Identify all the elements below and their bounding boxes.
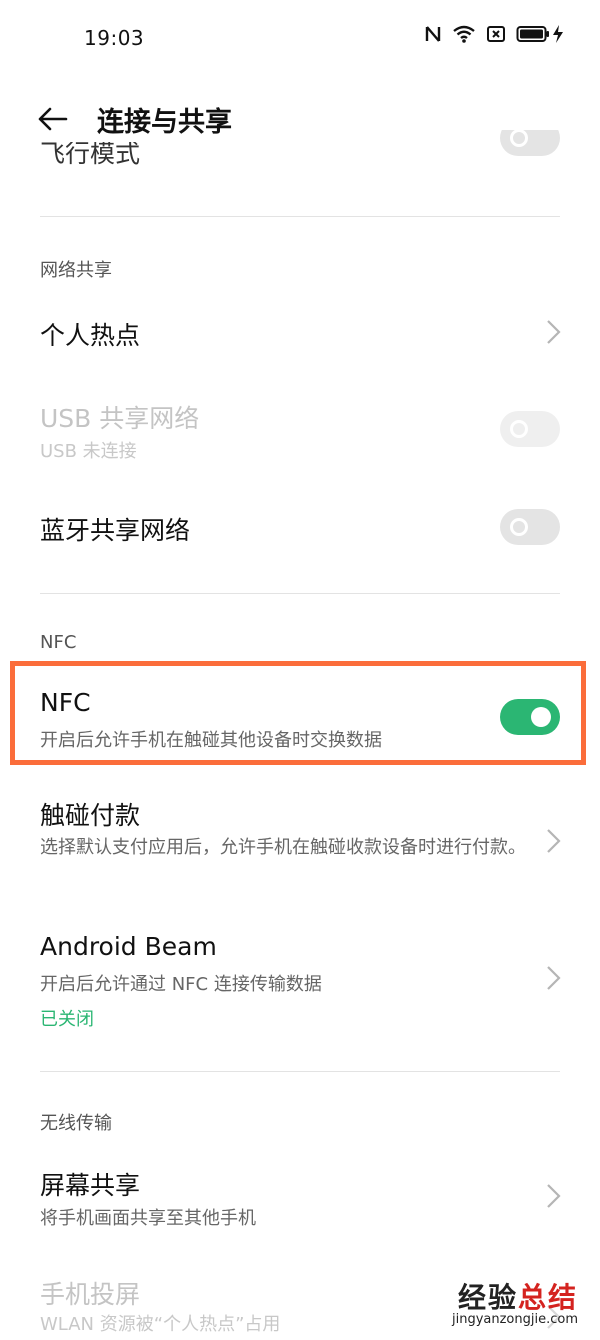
chevron-right-icon: [544, 964, 562, 992]
watermark-url: jingyanzongjie.com: [451, 1312, 578, 1327]
status-icons: [424, 24, 564, 44]
section-label-network-sharing: 网络共享: [40, 260, 112, 281]
android-beam-title: Android Beam: [40, 932, 217, 961]
airplane-mode-label: 飞行模式: [40, 139, 141, 168]
charging-icon: [552, 24, 564, 44]
toggle-knob: [510, 420, 528, 438]
usb-tethering-subtitle: USB 未连接: [40, 441, 137, 462]
status-time: 19:03: [84, 26, 145, 50]
tap-pay-title: 触碰付款: [40, 801, 141, 830]
android-beam-subtitle: 开启后允许通过 NFC 连接传输数据: [40, 974, 322, 995]
chevron-right-icon: [544, 318, 562, 346]
highlight-annotation-box: [10, 661, 586, 765]
bt-tethering-title: 蓝牙共享网络: [40, 516, 191, 545]
watermark-brand: 经验总结: [457, 1281, 578, 1314]
divider: [40, 216, 560, 217]
usb-tethering-toggle: [500, 411, 560, 447]
battery-icon: [516, 24, 550, 44]
section-label-nfc: NFC: [40, 632, 77, 653]
watermark-logo: 经验总结 jingyanzongjie.com: [452, 1276, 578, 1327]
toggle-knob: [510, 130, 528, 147]
screen-share-title: 屏幕共享: [40, 1171, 141, 1200]
tap-pay-subtitle: 选择默认支付应用后，允许手机在触碰收款设备时进行付款。: [40, 837, 526, 858]
usb-tethering-title: USB 共享网络: [40, 404, 200, 433]
hotspot-title: 个人热点: [40, 321, 141, 350]
airplane-mode-row[interactable]: 飞行模式: [40, 130, 560, 178]
wifi-icon: [452, 24, 476, 44]
divider: [40, 1071, 560, 1072]
airplane-mode-toggle[interactable]: [500, 130, 560, 156]
toggle-knob: [510, 518, 528, 536]
section-label-wireless: 无线传输: [40, 1113, 112, 1134]
chevron-right-icon: [544, 827, 562, 855]
status-bar: 19:03: [0, 0, 600, 70]
screencast-subtitle: WLAN 资源被“个人热点”占用: [40, 1314, 281, 1335]
divider: [40, 593, 560, 594]
screen-share-subtitle: 将手机画面共享至其他手机: [40, 1208, 256, 1229]
chevron-right-icon: [544, 1182, 562, 1210]
sim-off-icon: [486, 24, 506, 44]
bt-tethering-toggle[interactable]: [500, 509, 560, 545]
nfc-icon: [424, 24, 442, 44]
android-beam-status: 已关闭: [40, 1009, 94, 1030]
screencast-title: 手机投屏: [40, 1280, 141, 1309]
